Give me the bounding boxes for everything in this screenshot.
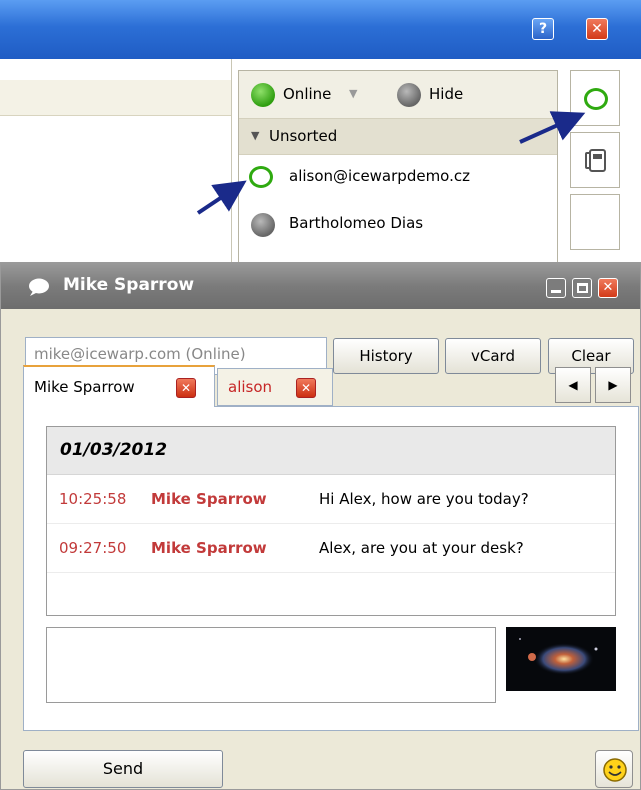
status-bar: Online ▼ Hide — [239, 71, 557, 119]
emoticon-button[interactable] — [595, 750, 633, 788]
tab-scroll-right-button[interactable]: ▶ — [595, 367, 631, 403]
maximize-button[interactable] — [572, 278, 592, 298]
avatar — [506, 627, 616, 691]
smiley-icon — [603, 758, 627, 782]
hide-status-icon — [397, 83, 421, 107]
tab-alison[interactable]: alison ✕ — [217, 368, 333, 406]
chevron-down-icon[interactable]: ▼ — [349, 87, 357, 100]
tab-mike-sparrow[interactable]: Mike Sparrow ✕ — [23, 365, 215, 407]
chat-online-icon — [249, 166, 273, 188]
triangle-right-icon: ▶ — [608, 378, 618, 392]
message-input[interactable] — [46, 627, 496, 703]
chat-window: Mike Sparrow ✕ mike@icewarp.com (Online)… — [0, 262, 641, 790]
contact-item[interactable]: alison@icewarpdemo.cz — [239, 157, 557, 197]
phone-tool-button[interactable] — [570, 132, 620, 188]
close-tab-icon[interactable]: ✕ — [176, 378, 196, 398]
minimize-button[interactable] — [546, 278, 566, 298]
tab-label: alison — [228, 378, 273, 396]
chat-close-button[interactable]: ✕ — [598, 278, 618, 298]
online-status-icon — [251, 83, 275, 107]
phone-icon — [585, 149, 606, 172]
contact-item[interactable]: Bartholomeo Dias — [239, 203, 557, 243]
hide-button[interactable]: Hide — [429, 85, 463, 103]
tab-scroll-left-button[interactable]: ◀ — [555, 367, 591, 403]
send-button[interactable]: Send — [23, 750, 223, 788]
arrow-to-contact — [196, 180, 247, 215]
date-header: 01/03/2012 — [47, 427, 615, 475]
group-label: Unsorted — [269, 127, 338, 145]
contact-name: Bartholomeo Dias — [289, 214, 424, 232]
triangle-left-icon: ◀ — [568, 378, 578, 392]
galaxy-avatar-image — [519, 638, 598, 675]
chat-tool-button[interactable] — [570, 70, 620, 126]
tool-button[interactable] — [570, 194, 620, 250]
minimize-icon — [551, 290, 561, 293]
group-header-unsorted[interactable]: ▼ Unsorted — [239, 119, 557, 155]
offline-status-icon — [251, 213, 275, 237]
close-button[interactable]: ✕ — [586, 18, 608, 40]
maximize-icon — [577, 283, 588, 293]
status-selector[interactable]: Online — [283, 85, 331, 103]
close-tab-icon[interactable]: ✕ — [296, 378, 316, 398]
tab-content: 01/03/2012 10:25:58 Mike Sparrow Hi Alex… — [23, 406, 639, 731]
message-row: 09:27:50 Mike Sparrow Alex, are you at y… — [47, 525, 615, 573]
chat-bubble-icon — [29, 278, 49, 296]
vcard-button[interactable]: vCard — [445, 338, 541, 374]
chat-title-bar[interactable]: Mike Sparrow ✕ — [1, 263, 640, 309]
tab-label: Mike Sparrow — [34, 378, 135, 396]
message-sender: Mike Sparrow — [151, 539, 267, 557]
help-button[interactable]: ? — [532, 18, 554, 40]
expand-triangle-icon: ▼ — [251, 129, 260, 142]
message-time: 09:27:50 — [59, 539, 127, 557]
message-text: Hi Alex, how are you today? — [319, 490, 529, 508]
chat-title: Mike Sparrow — [63, 275, 195, 295]
message-text: Alex, are you at your desk? — [319, 539, 524, 557]
left-pane-header — [0, 80, 232, 116]
message-sender: Mike Sparrow — [151, 490, 267, 508]
contact-name: alison@icewarpdemo.cz — [289, 167, 470, 185]
chat-bubble-icon — [584, 88, 608, 110]
message-log: 01/03/2012 10:25:58 Mike Sparrow Hi Alex… — [46, 426, 616, 616]
message-time: 10:25:58 — [59, 490, 127, 508]
history-button[interactable]: History — [333, 338, 439, 374]
message-row: 10:25:58 Mike Sparrow Hi Alex, how are y… — [47, 476, 615, 524]
